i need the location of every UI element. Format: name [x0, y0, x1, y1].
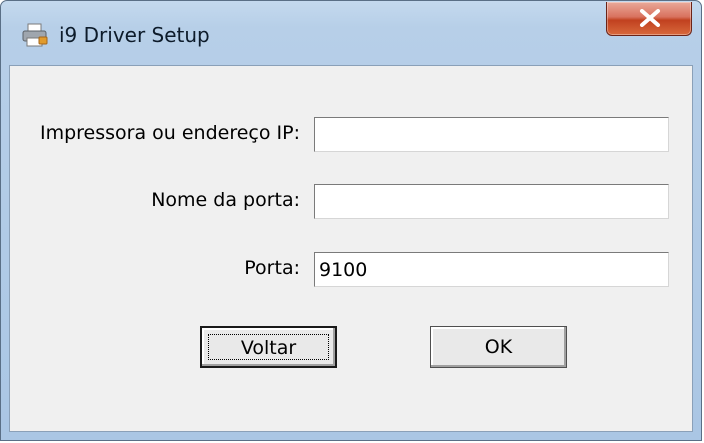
back-button[interactable]: Voltar [200, 326, 337, 368]
printer-icon [21, 23, 49, 47]
title-bar[interactable]: i9 Driver Setup [1, 1, 701, 65]
ok-button[interactable]: OK [430, 326, 567, 368]
port-label: Porta: [244, 257, 300, 279]
printer-address-input[interactable] [314, 117, 669, 152]
ok-button-label: OK [484, 336, 513, 358]
dialog-window: i9 Driver Setup Impressora ou endereço I… [0, 0, 702, 441]
dialog-body: Impressora ou endereço IP: Nome da porta… [9, 65, 693, 432]
port-name-input[interactable] [314, 184, 669, 219]
port-input[interactable] [314, 252, 669, 287]
close-button[interactable] [606, 2, 692, 36]
window-title: i9 Driver Setup [59, 23, 210, 47]
port-name-label: Nome da porta: [151, 189, 300, 211]
close-icon [640, 9, 660, 27]
back-button-label: Voltar [240, 337, 297, 359]
printer-address-label: Impressora ou endereço IP: [39, 122, 300, 144]
